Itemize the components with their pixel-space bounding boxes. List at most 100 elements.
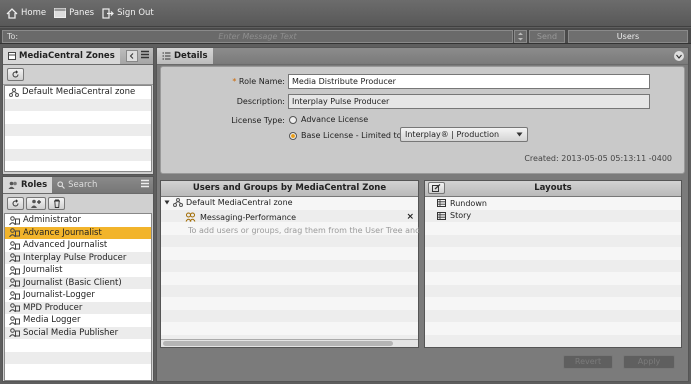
- zone-tree-icon: [9, 87, 19, 97]
- list-item[interactable]: Journalist-Logger: [5, 289, 151, 302]
- home-icon: [6, 7, 18, 19]
- message-input[interactable]: To: Enter Message Text: [2, 30, 513, 43]
- list-item-empty: [5, 123, 151, 136]
- message-placeholder: Enter Message Text: [218, 32, 297, 41]
- menu-icon: [141, 179, 149, 188]
- description-input[interactable]: Interplay Pulse Producer: [288, 94, 650, 109]
- refresh-zones-button[interactable]: [7, 68, 24, 81]
- role-icon: [9, 228, 20, 238]
- list-item[interactable]: Default MediaCentral zone: [5, 86, 151, 99]
- list-item[interactable]: Social Media Publisher: [5, 326, 151, 339]
- delete-role-button[interactable]: [48, 197, 65, 210]
- license-type-label: License Type:: [231, 116, 285, 125]
- role-icon: [9, 328, 20, 338]
- roles-panel-header: Roles Search: [3, 177, 153, 194]
- role-icon: [9, 303, 20, 313]
- tab-roles-label: Roles: [21, 180, 48, 190]
- layouts-grid: Rundown Story: [425, 197, 681, 348]
- remove-group-icon[interactable]: ×: [406, 212, 414, 222]
- tab-search-label: Search: [68, 180, 98, 190]
- zone-tree-node[interactable]: Default MediaCentral zone: [164, 198, 293, 207]
- tab-mediacentral-zones[interactable]: MediaCentral Zones: [3, 48, 120, 64]
- users-dropdown[interactable]: Users: [568, 30, 688, 43]
- roles-menu-button[interactable]: [140, 179, 150, 191]
- base-license-label: Base License - Limited to:: [301, 131, 405, 140]
- message-stepper[interactable]: [514, 30, 527, 43]
- list-item[interactable]: Journalist: [5, 264, 151, 277]
- grid-row: [425, 284, 681, 297]
- refresh-icon: [12, 70, 19, 78]
- sign-out-button[interactable]: Sign Out: [102, 7, 154, 19]
- collapse-triangle-icon: [164, 200, 170, 205]
- scrollbar-thumb[interactable]: [163, 341, 393, 346]
- role-icon: [9, 278, 20, 288]
- roles-list: Administrator Advance Journalist Advanced …: [4, 213, 152, 381]
- role-item-label: MPD Producer: [23, 302, 83, 313]
- grid-row: [425, 334, 681, 347]
- add-role-icon: [31, 199, 41, 208]
- role-item-label: Administrator: [23, 215, 81, 225]
- users-dropdown-label: Users: [616, 32, 640, 41]
- panes-button[interactable]: Panes: [54, 8, 94, 18]
- add-role-button[interactable]: [26, 197, 46, 210]
- layout-row[interactable]: Rundown: [425, 197, 681, 210]
- grid-row: [425, 222, 681, 235]
- trash-icon: [53, 199, 60, 208]
- list-item-empty: [5, 148, 151, 161]
- zones-menu-button[interactable]: [140, 50, 150, 62]
- home-label: Home: [21, 8, 47, 18]
- home-button[interactable]: Home: [6, 7, 47, 19]
- edit-layouts-button[interactable]: [428, 182, 445, 194]
- list-item[interactable]: Media Logger: [5, 314, 151, 327]
- refresh-roles-button[interactable]: [7, 197, 24, 210]
- details-options-button[interactable]: [674, 51, 684, 61]
- grid-row: [425, 247, 681, 260]
- tab-roles[interactable]: Roles: [3, 177, 53, 193]
- role-item-label: Advanced Journalist: [23, 240, 108, 250]
- top-toolbar: Home Panes Sign Out: [0, 0, 691, 27]
- send-button[interactable]: Send: [529, 30, 565, 43]
- group-row[interactable]: Messaging-Performance ×: [185, 211, 414, 223]
- advance-license-radio[interactable]: Advance License: [289, 115, 368, 124]
- stepper-arrows-icon: [518, 32, 523, 41]
- sign-out-icon: [102, 7, 114, 19]
- zones-list: Default MediaCentral zone: [4, 85, 152, 172]
- base-license-radio[interactable]: Base License - Limited to:: [289, 131, 404, 140]
- role-item-label: Journalist (Basic Client): [23, 277, 122, 288]
- layout-icon: [437, 211, 446, 220]
- list-item[interactable]: MPD Producer: [5, 301, 151, 314]
- chevron-left-icon: [129, 53, 134, 59]
- grid-row: [425, 259, 681, 272]
- limited-to-select[interactable]: Interplay® | Production: [400, 127, 528, 142]
- panes-icon: [54, 8, 67, 18]
- zones-panel-header: MediaCentral Zones: [3, 48, 153, 65]
- edit-icon: [432, 184, 441, 192]
- users-groups-scrollbar[interactable]: [161, 339, 418, 347]
- grid-row: [161, 272, 418, 285]
- grid-row: [161, 259, 418, 272]
- role-name-input[interactable]: Media Distribute Producer: [288, 74, 650, 89]
- list-item[interactable]: Administrator: [5, 214, 151, 227]
- list-item[interactable]: Advance Journalist: [5, 226, 151, 239]
- grid-row: [161, 284, 418, 297]
- collapse-left-button[interactable]: [125, 50, 138, 62]
- list-item[interactable]: Journalist (Basic Client): [5, 276, 151, 289]
- apply-button[interactable]: Apply: [623, 355, 675, 369]
- tab-search[interactable]: Search: [52, 177, 102, 193]
- created-timestamp: Created: 2013-05-05 05:13:11 -0400: [524, 154, 672, 163]
- list-item[interactable]: Advanced Journalist: [5, 239, 151, 252]
- layout-icon: [437, 199, 446, 208]
- revert-button[interactable]: Revert: [563, 355, 613, 369]
- sign-out-label: Sign Out: [117, 8, 154, 18]
- tab-mediacentral-zones-label: MediaCentral Zones: [19, 51, 115, 61]
- list-item-empty: [5, 98, 151, 111]
- zones-tab-icon: [8, 52, 16, 60]
- list-item[interactable]: Interplay Pulse Producer: [5, 251, 151, 264]
- layouts-header: Layouts: [425, 181, 681, 197]
- role-name-label-text: Role Name:: [238, 77, 285, 86]
- layout-row[interactable]: Story: [425, 209, 681, 222]
- roles-tab-icon: [8, 181, 17, 189]
- grid-row: [425, 297, 681, 310]
- tab-details[interactable]: Details: [157, 48, 213, 64]
- zone-tree-icon: [173, 198, 183, 207]
